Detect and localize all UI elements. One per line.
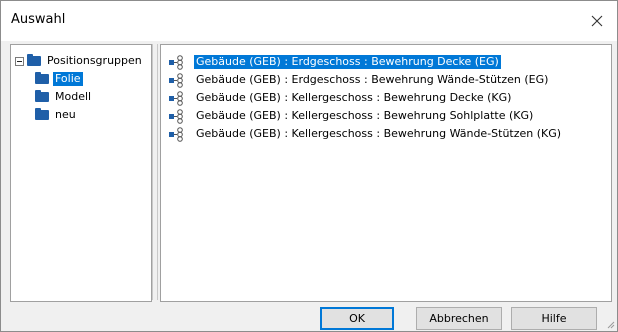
rebar-group-icon [169,127,183,142]
dialog-title: Auswahl [11,12,66,27]
resize-grip-icon[interactable] [605,319,615,329]
rebar-group-icon [169,109,183,124]
list-item[interactable]: Gebäude (GEB) : Kellergeschoss : Bewehru… [168,108,535,124]
close-button[interactable] [577,1,617,41]
list-item-label: Gebäude (GEB) : Kellergeschoss : Bewehru… [196,127,562,140]
close-icon [591,15,603,27]
list-item-label: Gebäude (GEB) : Erdgeschoss : Bewehrung … [194,55,501,69]
tree-node-label: Folie [53,72,83,86]
list-item[interactable]: Gebäude (GEB) : Erdgeschoss : Bewehrung … [168,72,550,88]
tree-node-label: Positionsgruppen [47,54,142,67]
list-item-label: Gebäude (GEB) : Kellergeschoss : Bewehru… [196,91,512,104]
rebar-group-icon [169,91,183,106]
rebar-group-icon [169,73,183,88]
folder-icon [35,90,49,102]
folder-icon [35,108,49,120]
folder-icon [35,72,49,84]
tree-node-label: Modell [55,90,92,103]
tree-node-neu[interactable]: neu [35,107,78,123]
pane-splitter[interactable] [152,44,158,300]
tree-node-root[interactable]: Positionsgruppen [15,53,144,69]
ok-button[interactable]: OK [320,307,394,330]
list-item-label: Gebäude (GEB) : Kellergeschoss : Bewehru… [196,109,534,122]
list-item[interactable]: Gebäude (GEB) : Erdgeschoss : Bewehrung … [168,54,501,70]
list-item[interactable]: Gebäude (GEB) : Kellergeschoss : Bewehru… [168,126,563,142]
position-list[interactable]: Gebäude (GEB) : Erdgeschoss : Bewehrung … [160,44,612,302]
group-tree[interactable]: Positionsgruppen Folie Modell neu [10,44,152,302]
folder-icon [27,54,41,66]
help-button[interactable]: Hilfe [511,307,597,330]
rebar-group-icon [169,55,183,70]
selection-dialog: Auswahl Positionsgruppen Folie Modell ne… [0,0,618,332]
tree-node-label: neu [55,108,76,121]
list-item[interactable]: Gebäude (GEB) : Kellergeschoss : Bewehru… [168,90,513,106]
tree-node-modell[interactable]: Modell [35,89,93,105]
tree-node-folie[interactable]: Folie [35,71,83,87]
collapse-minus-icon[interactable] [15,56,24,66]
list-item-label: Gebäude (GEB) : Erdgeschoss : Bewehrung … [196,73,549,86]
title-bar: Auswahl [1,1,617,41]
cancel-button[interactable]: Abbrechen [416,307,502,330]
